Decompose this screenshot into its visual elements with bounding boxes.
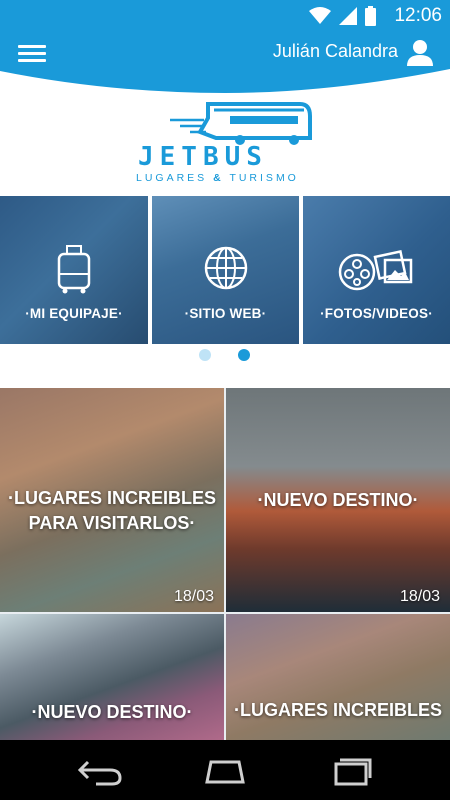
status-time: 12:06	[394, 5, 442, 26]
bus-logo-icon	[170, 102, 312, 145]
recent-apps-icon[interactable]	[326, 756, 374, 786]
tile-mi-equipaje[interactable]: ·MI EQUIPAJE·	[0, 196, 148, 344]
card-title: ·LUGARES INCREIBLES	[233, 700, 442, 720]
home-icon[interactable]	[201, 756, 249, 786]
tagline-amp: &	[213, 172, 224, 184]
card-date: 18/03	[399, 588, 440, 605]
status-bar: 12:06	[0, 0, 450, 31]
tile-label: ·FOTOS/VIDEOS·	[320, 306, 433, 321]
photos-videos-icon	[338, 250, 412, 291]
globe-icon	[204, 246, 247, 290]
card-title: ·NUEVO DESTINO·	[257, 490, 419, 510]
tile-label: ·MI EQUIPAJE·	[25, 306, 123, 321]
brand-name: JETBUS	[138, 142, 268, 172]
card-lugares-increibles[interactable]: ·LUGARES INCREIBLES PARA VISITARLOS· 18/…	[0, 388, 224, 612]
signal-icon	[339, 7, 357, 25]
back-icon[interactable]	[76, 756, 124, 786]
card-nuevo-destino-2[interactable]: ·NUEVO DESTINO·	[0, 614, 224, 740]
system-navigation-bar	[0, 740, 450, 800]
jetbus-logo: JETBUS LUGARES & TURISMO	[130, 98, 320, 188]
card-nuevo-destino-1[interactable]: ·NUEVO DESTINO· 18/03	[226, 388, 450, 612]
card-date: 18/03	[173, 588, 214, 605]
tagline-part1: LUGARES	[136, 172, 208, 184]
quick-links-carousel[interactable]: ·MI EQUIPAJE· ·SITIO WEB· ·FOTOS/VIDEOS·	[0, 196, 450, 344]
page-dot-2[interactable]	[238, 349, 250, 361]
app-bar: Julián Calandra	[0, 31, 450, 101]
card-title: ·LUGARES INCREIBLES PARA VISITARLOS·	[7, 488, 216, 533]
brand-tagline: LUGARES & TURISMO	[136, 172, 299, 184]
luggage-icon	[57, 245, 91, 294]
status-icons	[309, 6, 376, 26]
battery-icon	[365, 6, 376, 26]
card-title: ·NUEVO DESTINO·	[31, 702, 193, 722]
destinations-grid: ·LUGARES INCREIBLES PARA VISITARLOS· 18/…	[0, 388, 450, 740]
user-name[interactable]: Julián Calandra	[273, 41, 398, 62]
tile-label: ·SITIO WEB·	[184, 306, 267, 321]
carousel-page-indicator	[0, 349, 450, 363]
wifi-icon	[309, 7, 331, 24]
tile-sitio-web[interactable]: ·SITIO WEB·	[152, 196, 299, 344]
tagline-part2: TURISMO	[229, 172, 299, 184]
card-lugares-increibles-2[interactable]: ·LUGARES INCREIBLES	[226, 614, 450, 740]
user-profile-icon[interactable]	[406, 38, 434, 66]
tile-fotos-videos[interactable]: ·FOTOS/VIDEOS·	[303, 196, 450, 344]
menu-icon[interactable]	[18, 41, 46, 65]
page-dot-1[interactable]	[199, 349, 211, 361]
